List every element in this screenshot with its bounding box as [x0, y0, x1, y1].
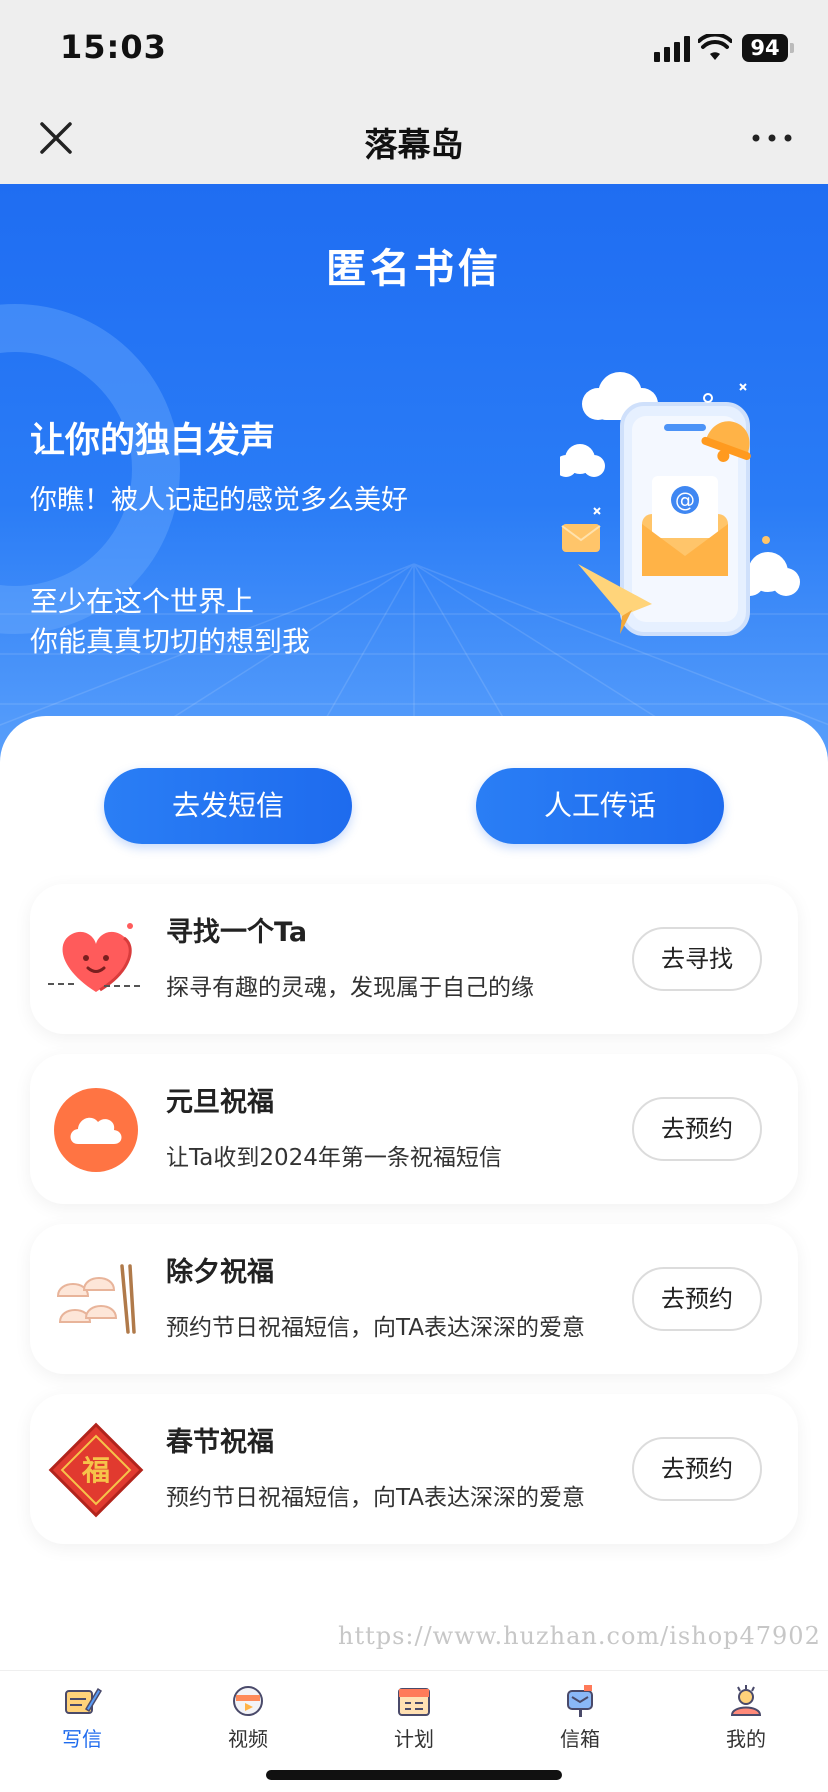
tab-profile[interactable]: 我的 [686, 1683, 806, 1763]
svg-text:福: 福 [81, 1454, 110, 1487]
reserve-button[interactable]: 去预约 [632, 1267, 762, 1331]
content-area: 去发短信 人工传话 寻找一个Ta 探寻有趣的灵魂，发现属于自己的缘 去寻找 元旦… [0, 716, 828, 1670]
hero-heading: 让你的独白发声 [30, 421, 276, 461]
manual-message-button[interactable]: 人工传话 [476, 768, 724, 844]
card-description: 预约节日祝福短信，向TA表达深深的爱意 [166, 1315, 585, 1341]
wifi-icon [698, 34, 732, 60]
card-description: 预约节日祝福短信，向TA表达深深的爱意 [166, 1485, 585, 1511]
tab-label: 写信 [62, 1727, 102, 1751]
watermark-text: https://www.huzhan.com/ishop47902 [338, 1622, 821, 1650]
reserve-button[interactable]: 去预约 [632, 1437, 762, 1501]
card-spring-festival: 福 春节祝福 预约节日祝福短信，向TA表达深深的爱意 去预约 [30, 1394, 798, 1544]
page-title: 落幕岛 [364, 125, 464, 164]
hero-line-2: 你能真真切切的想到我 [30, 625, 311, 658]
battery-tip [790, 43, 794, 53]
write-letter-icon [65, 1687, 102, 1714]
reserve-button[interactable]: 去预约 [632, 1097, 762, 1161]
phone-mail-illustration: @ [560, 372, 800, 636]
heart-icon [48, 923, 144, 992]
video-icon [233, 1686, 263, 1716]
fu-icon: 福 [48, 1422, 144, 1518]
find-button[interactable]: 去寻找 [632, 927, 762, 991]
cloud-icon [54, 1088, 138, 1172]
tab-mailbox[interactable]: 信箱 [520, 1683, 640, 1763]
tab-label: 计划 [394, 1727, 434, 1751]
tab-label: 我的 [726, 1727, 766, 1751]
calendar-icon [398, 1688, 430, 1716]
svg-text:@: @ [675, 488, 695, 512]
status-bar: 15:03 94 [0, 0, 828, 92]
card-description: 让Ta收到2024年第一条祝福短信 [166, 1145, 502, 1171]
card-title: 除夕祝福 [166, 1257, 274, 1288]
hero-title: 匿名书信 [326, 246, 502, 292]
hero-line-1: 至少在这个世界上 [30, 585, 255, 618]
mailbox-icon [567, 1685, 593, 1717]
battery-icon: 94 [742, 34, 788, 62]
cellular-signal-icon [654, 36, 690, 62]
hero-subheading: 你瞧！被人记起的感觉多么美好 [30, 485, 408, 516]
card-title: 春节祝福 [166, 1427, 274, 1458]
card-title: 寻找一个Ta [166, 917, 308, 948]
card-new-year-day: 元旦祝福 让Ta收到2024年第一条祝福短信 去预约 [30, 1054, 798, 1204]
tab-write[interactable]: 写信 [22, 1683, 142, 1763]
nav-bar: 落幕岛 [0, 92, 828, 184]
home-indicator [266, 1770, 562, 1780]
more-icon[interactable] [748, 118, 796, 158]
send-sms-button[interactable]: 去发短信 [104, 768, 352, 844]
status-time: 15:03 [60, 28, 167, 66]
dumplings-icon [56, 1264, 136, 1334]
card-title: 元旦祝福 [166, 1087, 274, 1118]
hero-banner: 匿名书信 让你的独白发声 你瞧！被人记起的感觉多么美好 至少在这个世界上 你能真… [0, 184, 828, 764]
profile-icon [730, 1685, 762, 1716]
card-new-years-eve: 除夕祝福 预约节日祝福短信，向TA表达深深的爱意 去预约 [30, 1224, 798, 1374]
tab-label: 视频 [228, 1727, 268, 1751]
tab-plan[interactable]: 计划 [354, 1683, 474, 1763]
tab-label: 信箱 [560, 1727, 600, 1751]
card-description: 探寻有趣的灵魂，发现属于自己的缘 [166, 975, 534, 1001]
card-find-ta: 寻找一个Ta 探寻有趣的灵魂，发现属于自己的缘 去寻找 [30, 884, 798, 1034]
tab-video[interactable]: 视频 [188, 1683, 308, 1763]
